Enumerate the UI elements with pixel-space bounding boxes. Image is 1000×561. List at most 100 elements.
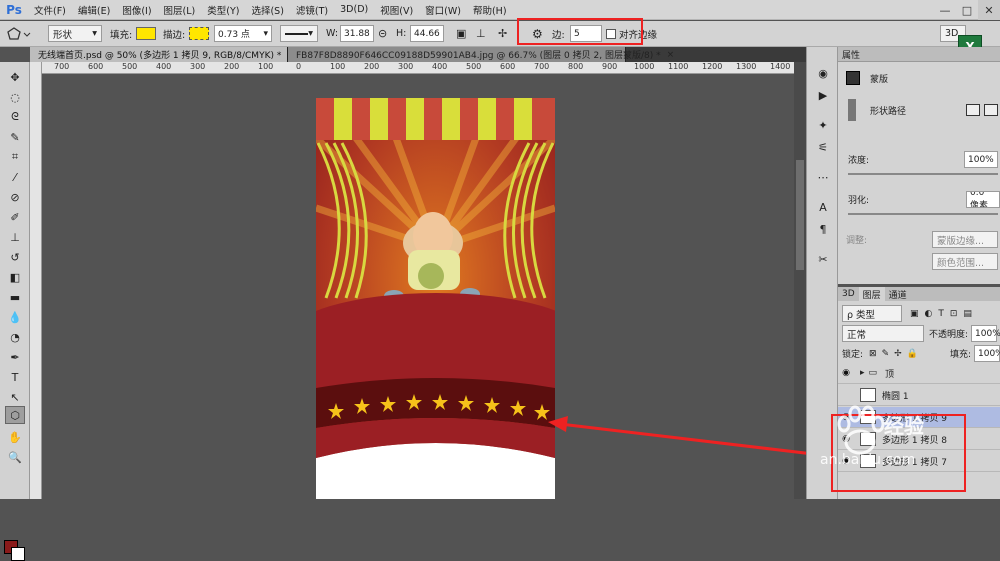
expand-arrow-icon[interactable]: ▸ bbox=[860, 368, 865, 378]
eyedropper-tool-icon[interactable]: ⁄ bbox=[5, 168, 25, 186]
layer-filter-icons[interactable]: ▣◐T⊡▤ bbox=[910, 309, 978, 319]
crop-tool-icon[interactable]: ⌗ bbox=[5, 148, 25, 166]
feather-input[interactable]: 0.0 像素 bbox=[966, 191, 1000, 208]
menu-view[interactable]: 视图(V) bbox=[374, 3, 419, 17]
menu-bar: Ps 文件(F) 编辑(E) 图像(I) 图层(L) 类型(Y) 选择(S) 滤… bbox=[0, 0, 1000, 20]
feather-slider[interactable] bbox=[848, 213, 998, 215]
tab-channels[interactable]: 通道 bbox=[885, 287, 911, 301]
tab-label: 无线端首页.psd @ 50% (多边形 1 拷贝 9, RGB/8/CMYK)… bbox=[38, 51, 282, 61]
tab-psd-document[interactable]: 无线端首页.psd @ 50% (多边形 1 拷贝 9, RGB/8/CMYK)… bbox=[30, 47, 295, 62]
stroke-color-swatch[interactable] bbox=[189, 27, 209, 40]
menu-filter[interactable]: 滤镜(T) bbox=[290, 3, 334, 17]
ruler-tick: 700 bbox=[54, 62, 70, 71]
lock-icons[interactable]: ⊠✎✢🔒 bbox=[869, 349, 923, 359]
folder-icon: ▭ bbox=[868, 368, 878, 378]
dodge-tool-icon[interactable]: ◔ bbox=[5, 328, 25, 346]
document-image[interactable] bbox=[316, 98, 555, 499]
brush-tool-icon[interactable]: ✐ bbox=[5, 208, 25, 226]
menu-type[interactable]: 类型(Y) bbox=[201, 3, 245, 17]
stroke-label: 描边: bbox=[163, 29, 186, 41]
blend-mode-select[interactable]: 正常 bbox=[842, 325, 924, 342]
tab-3d[interactable]: 3D bbox=[838, 287, 859, 301]
opacity-input[interactable]: 100% bbox=[971, 325, 1000, 342]
close-tab-icon[interactable]: × bbox=[667, 50, 675, 60]
density-slider[interactable] bbox=[848, 173, 998, 175]
menu-3d[interactable]: 3D(D) bbox=[334, 4, 374, 15]
color-range-button[interactable]: 颜色范围... bbox=[932, 253, 998, 270]
pen-tool-icon[interactable]: ✒ bbox=[5, 348, 25, 366]
tools-panel: ✥ ◌ ᘓ ✎ ⌗ ⁄ ⊘ ✐ ⊥ ↺ ◧ ▬ 💧 ◔ ✒ T ↖ ⬡ ✋ 🔍 bbox=[0, 62, 30, 561]
link-icon[interactable]: ⊝ bbox=[378, 27, 387, 40]
history-brush-tool-icon[interactable]: ↺ bbox=[5, 248, 25, 266]
healing-brush-tool-icon[interactable]: ⊘ bbox=[5, 188, 25, 206]
stroke-width-value: 0.73 点 bbox=[218, 30, 250, 40]
polygon-tool-preset-icon[interactable] bbox=[6, 25, 32, 42]
gradient-tool-icon[interactable]: ▬ bbox=[5, 288, 25, 306]
ruler-tick: 300 bbox=[398, 62, 414, 71]
menu-layer[interactable]: 图层(L) bbox=[158, 3, 202, 17]
line-style-icon bbox=[285, 32, 309, 35]
ruler-tick: 1400 bbox=[770, 62, 791, 71]
adjust-label: 调整: bbox=[846, 236, 868, 246]
ruler-tick: 1100 bbox=[668, 62, 689, 71]
background-color-swatch[interactable] bbox=[11, 547, 25, 561]
density-label: 浓度: bbox=[848, 156, 870, 166]
marquee-tool-icon[interactable]: ◌ bbox=[5, 88, 25, 106]
paw-logo-icon bbox=[837, 405, 885, 455]
brush-presets-icon[interactable]: ✦ bbox=[815, 117, 831, 133]
tab-jpg-document[interactable]: FB87F8D8890F646CC09188D59901AB4.jpg @ 66… bbox=[288, 47, 674, 62]
menu-edit[interactable]: 编辑(E) bbox=[72, 3, 116, 17]
ruler-tick: 900 bbox=[602, 62, 618, 71]
quick-select-tool-icon[interactable]: ✎ bbox=[5, 128, 25, 146]
minimize-button[interactable]: — bbox=[934, 0, 956, 20]
eye-icon[interactable]: ◉ bbox=[838, 368, 854, 378]
histogram-icon[interactable]: ◉ bbox=[815, 65, 831, 81]
density-input[interactable]: 100% bbox=[964, 151, 998, 168]
document-tabs: 无线端首页.psd @ 50% (多边形 1 拷贝 9, RGB/8/CMYK)… bbox=[30, 47, 806, 62]
scrollbar-thumb[interactable] bbox=[796, 160, 804, 270]
zoom-tool-icon[interactable]: 🔍 bbox=[5, 448, 25, 466]
path-select-tool-icon[interactable]: ↖ bbox=[5, 388, 25, 406]
fill-color-swatch[interactable] bbox=[136, 27, 156, 40]
type-tool-icon[interactable]: T bbox=[5, 368, 25, 386]
hand-tool-icon[interactable]: ✋ bbox=[5, 428, 25, 446]
blur-tool-icon[interactable]: 💧 bbox=[5, 308, 25, 326]
menu-window[interactable]: 窗口(W) bbox=[419, 3, 467, 17]
adjustments-icon[interactable]: ⚟ bbox=[815, 139, 831, 155]
clone-stamp-tool-icon[interactable]: ⊥ bbox=[5, 228, 25, 246]
info-icon[interactable]: ⋯ bbox=[815, 169, 831, 185]
stroke-width-input[interactable]: 0.73 点 ▾ bbox=[214, 25, 272, 42]
path-alignment-icon[interactable]: ⊥ bbox=[476, 27, 486, 40]
eraser-tool-icon[interactable]: ◧ bbox=[5, 268, 25, 286]
menu-help[interactable]: 帮助(H) bbox=[467, 3, 513, 17]
height-input[interactable]: 44.66 bbox=[410, 25, 444, 42]
tool-presets-icon[interactable]: ✂ bbox=[815, 251, 831, 267]
layer-filter-select[interactable]: ρ 类型 bbox=[842, 305, 902, 322]
path-operations-icon[interactable]: ▣ bbox=[456, 27, 466, 40]
stroke-type-select[interactable]: ▾ bbox=[280, 25, 318, 42]
polygon-tool-icon[interactable]: ⬡ bbox=[5, 406, 25, 424]
tab-layers[interactable]: 图层 bbox=[858, 287, 885, 301]
photoshop-logo: Ps bbox=[6, 2, 22, 17]
maximize-button[interactable]: □ bbox=[956, 0, 978, 20]
fill-input[interactable]: 100% bbox=[974, 345, 1000, 362]
vector-mask-icon[interactable] bbox=[984, 104, 998, 116]
character-panel-icon[interactable]: A bbox=[815, 199, 831, 215]
path-arrangement-icon[interactable]: ✢ bbox=[498, 27, 507, 40]
lasso-tool-icon[interactable]: ᘓ bbox=[5, 108, 25, 126]
mask-edge-button[interactable]: 蒙版边缘... bbox=[932, 231, 998, 248]
layer-row[interactable]: ◉ ▸ ▭ 顶 bbox=[838, 363, 1000, 384]
menu-image[interactable]: 图像(I) bbox=[116, 3, 157, 17]
pixel-mask-icon[interactable] bbox=[966, 104, 980, 116]
ruler-tick: 300 bbox=[190, 62, 206, 71]
move-tool-icon[interactable]: ✥ bbox=[5, 68, 25, 86]
ruler-tick: 600 bbox=[88, 62, 104, 71]
width-input[interactable]: 31.88 bbox=[340, 25, 374, 42]
width-label: W: bbox=[326, 28, 339, 39]
shape-mode-select[interactable]: 形状 ▾ bbox=[48, 25, 102, 42]
close-button[interactable]: ✕ bbox=[978, 0, 1000, 20]
menu-file[interactable]: 文件(F) bbox=[28, 3, 72, 17]
play-actions-icon[interactable]: ▶ bbox=[815, 87, 831, 103]
menu-select[interactable]: 选择(S) bbox=[245, 3, 289, 17]
paragraph-panel-icon[interactable]: ¶ bbox=[815, 221, 831, 237]
